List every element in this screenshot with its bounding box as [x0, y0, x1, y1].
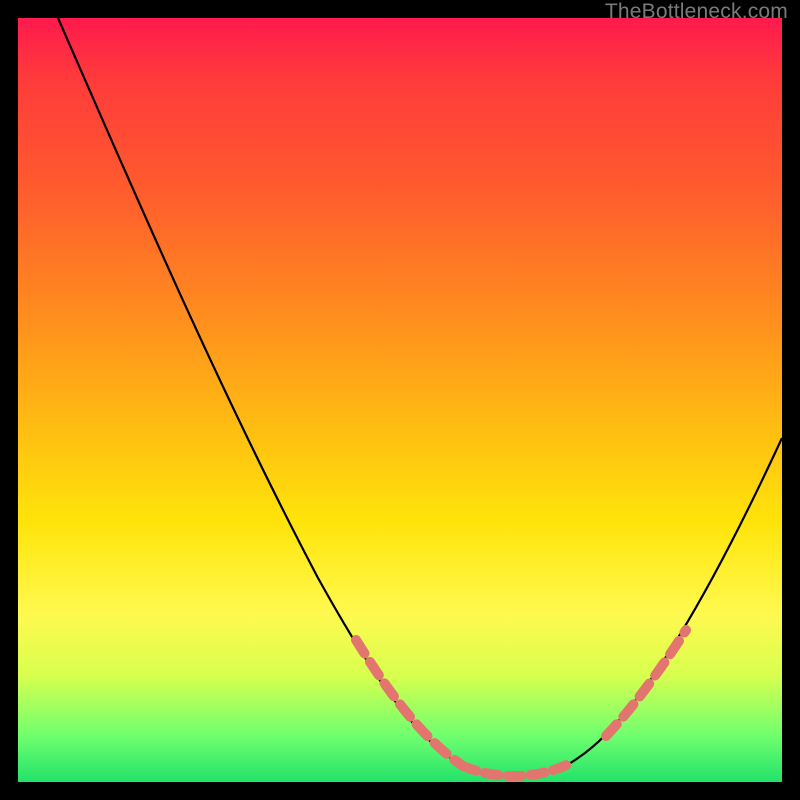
- plot-area: [18, 18, 782, 782]
- right-arm-dots: [606, 630, 686, 736]
- left-arm-dots: [356, 640, 463, 766]
- highlight-dots: [356, 630, 686, 776]
- curve-layer: [18, 18, 782, 782]
- chart-frame: TheBottleneck.com: [0, 0, 800, 800]
- valley-dots: [463, 762, 573, 776]
- bottleneck-curve: [58, 18, 782, 776]
